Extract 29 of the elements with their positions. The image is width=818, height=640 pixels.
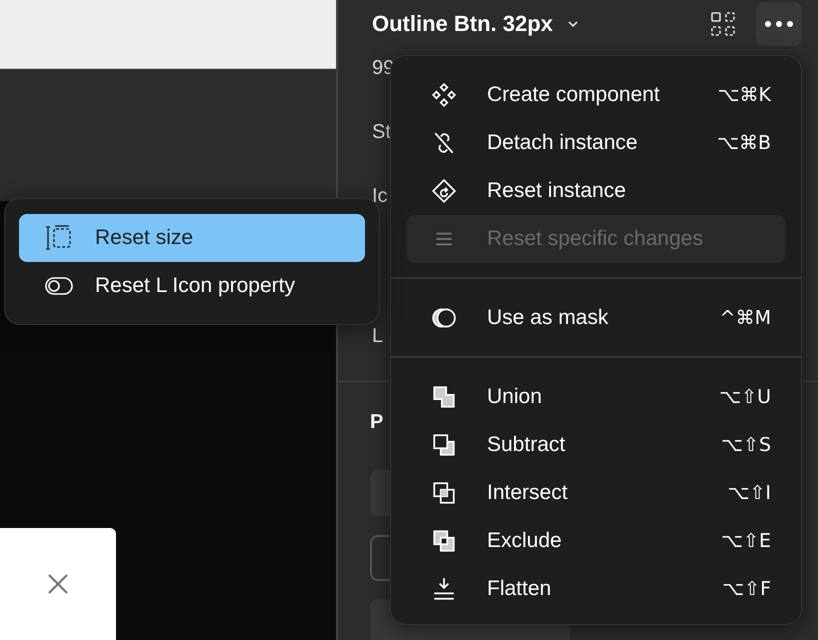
exclude-icon bbox=[431, 528, 457, 554]
component-icon bbox=[431, 82, 457, 108]
component-title[interactable]: Outline Btn. 32px bbox=[372, 11, 553, 37]
menu-item[interactable]: Exclude ⌥⇧E bbox=[407, 517, 785, 565]
menu-item[interactable]: Reset size bbox=[19, 214, 365, 262]
property-label: Ic bbox=[372, 184, 388, 208]
menu-item[interactable]: Reset L Icon property bbox=[19, 262, 365, 310]
menu-item[interactable]: Create component ⌥⌘K bbox=[407, 71, 785, 119]
menu-item[interactable]: Detach instance ⌥⌘B bbox=[407, 119, 785, 167]
resize-icon bbox=[45, 225, 73, 251]
menu-item[interactable]: Intersect ⌥⇧I bbox=[407, 469, 785, 517]
property-label: L bbox=[372, 324, 384, 348]
intersect-icon bbox=[431, 480, 457, 506]
chevron-down-icon[interactable] bbox=[566, 20, 579, 28]
section-label: P bbox=[370, 411, 384, 433]
menu-item[interactable]: Use as mask ^⌘M bbox=[407, 294, 785, 342]
subtract-icon bbox=[431, 432, 457, 458]
reset-icon bbox=[431, 178, 457, 204]
instance-grid-icon[interactable] bbox=[710, 11, 736, 37]
close-icon[interactable] bbox=[47, 573, 69, 595]
more-icon bbox=[764, 20, 794, 28]
menu-item[interactable]: Union ⌥⇧U bbox=[407, 373, 785, 421]
property-label: St bbox=[372, 120, 391, 144]
union-icon bbox=[431, 384, 457, 410]
more-button[interactable] bbox=[756, 2, 802, 46]
menu-item[interactable]: Flatten ⌥⇧F bbox=[407, 565, 785, 613]
menu-item[interactable]: Subtract ⌥⇧S bbox=[407, 421, 785, 469]
toggle-icon bbox=[45, 276, 73, 296]
menu-item[interactable]: Reset instance bbox=[407, 167, 785, 215]
